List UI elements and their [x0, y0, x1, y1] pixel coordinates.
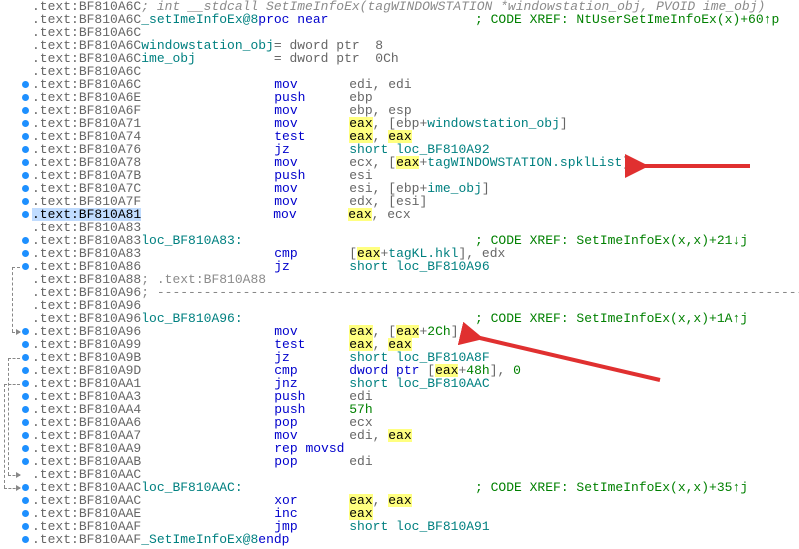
breakpoint-dot[interactable]	[22, 497, 29, 504]
asm-line[interactable]: .text:BF810AA6 popecx	[32, 416, 799, 429]
breakpoint-dot[interactable]	[22, 393, 29, 400]
breakpoint-dot[interactable]	[22, 341, 29, 348]
breakpoint-dot[interactable]	[22, 81, 29, 88]
asm-line[interactable]: .text:BF810AA4 push57h	[32, 403, 799, 416]
control-flow-line	[8, 358, 20, 359]
control-flow-line	[12, 267, 20, 268]
asm-line[interactable]: .text:BF810A6C ime_obj = dword ptr 0Ch	[32, 52, 799, 65]
breakpoint-dot[interactable]	[22, 250, 29, 257]
asm-line[interactable]: .text:BF810AA1 jnzshort loc_BF810AAC	[32, 377, 799, 390]
breakpoint-dot[interactable]	[22, 523, 29, 530]
asm-line[interactable]: .text:BF810AA7 movedi, eax	[32, 429, 799, 442]
asm-line[interactable]: .text:BF810A6E pushebp	[32, 91, 799, 104]
breakpoint-dot[interactable]	[22, 237, 29, 244]
asm-line[interactable]: .text:BF810AA9 rep movsd	[32, 442, 799, 455]
breakpoint-dot[interactable]	[22, 159, 29, 166]
breakpoint-dot[interactable]	[22, 510, 29, 517]
breakpoint-dot[interactable]	[22, 536, 29, 543]
breakpoint-dot[interactable]	[22, 367, 29, 374]
breakpoint-dot[interactable]	[22, 484, 29, 491]
breakpoint-dot[interactable]	[22, 419, 29, 426]
control-flow-line	[8, 358, 9, 475]
breakpoint-dot[interactable]	[22, 146, 29, 153]
flow-arrowhead-icon	[16, 485, 21, 491]
asm-line[interactable]: .text:BF810A71 moveax, [ebp+windowstatio…	[32, 117, 799, 130]
control-flow-line	[4, 384, 20, 385]
control-flow-line	[12, 267, 13, 332]
breakpoint-dot[interactable]	[22, 172, 29, 179]
breakpoint-dot[interactable]	[22, 107, 29, 114]
breakpoint-dot[interactable]	[22, 406, 29, 413]
asm-line[interactable]: .text:BF810AAC xoreax, eax	[32, 494, 799, 507]
breakpoint-dot[interactable]	[22, 133, 29, 140]
breakpoint-dot[interactable]	[22, 458, 29, 465]
control-flow-line	[4, 384, 5, 488]
breakpoint-dot[interactable]	[22, 185, 29, 192]
breakpoint-dot[interactable]	[22, 120, 29, 127]
breakpoint-dot[interactable]	[22, 211, 29, 218]
breakpoint-dot[interactable]	[22, 354, 29, 361]
asm-line[interactable]: .text:BF810AAF _SetImeInfoEx@8 endp	[32, 533, 799, 546]
breakpoint-dot[interactable]	[22, 445, 29, 452]
asm-line[interactable]: .text:BF810A78 movecx, [eax+tagWINDOWSTA…	[32, 156, 799, 169]
asm-line[interactable]: .text:BF810A6C _setImeInfoEx@8 proc near…	[32, 13, 799, 26]
breakpoint-dot[interactable]	[22, 263, 29, 270]
breakpoint-dot[interactable]	[22, 328, 29, 335]
asm-line[interactable]: .text:BF810A96 moveax, [eax+2Ch]	[32, 325, 799, 338]
breakpoint-dot[interactable]	[22, 198, 29, 205]
asm-line[interactable]: .text:BF810AAC loc_BF810AAC:; CODE XREF:…	[32, 481, 799, 494]
breakpoint-dot[interactable]	[22, 432, 29, 439]
asm-line[interactable]: .text:BF810A7F movedx, [esi]	[32, 195, 799, 208]
gutter	[0, 0, 32, 549]
asm-line[interactable]: .text:BF810A6C movedi, edi	[32, 78, 799, 91]
asm-line[interactable]: .text:BF810AA3 pushedi	[32, 390, 799, 403]
asm-line[interactable]: .text:BF810A96 ; -----------------------…	[32, 286, 799, 299]
asm-line[interactable]: .text:BF810A6C	[32, 65, 799, 78]
disassembly-listing[interactable]: .text:BF810A6C ; int __stdcall SetImeInf…	[32, 0, 799, 546]
breakpoint-dot[interactable]	[22, 380, 29, 387]
flow-arrowhead-icon	[16, 472, 21, 478]
asm-line[interactable]: .text:BF810AAB popedi	[32, 455, 799, 468]
breakpoint-dot[interactable]	[22, 94, 29, 101]
asm-line[interactable]: .text:BF810A81 moveax, ecx	[32, 208, 799, 221]
flow-arrowhead-icon	[16, 329, 21, 335]
